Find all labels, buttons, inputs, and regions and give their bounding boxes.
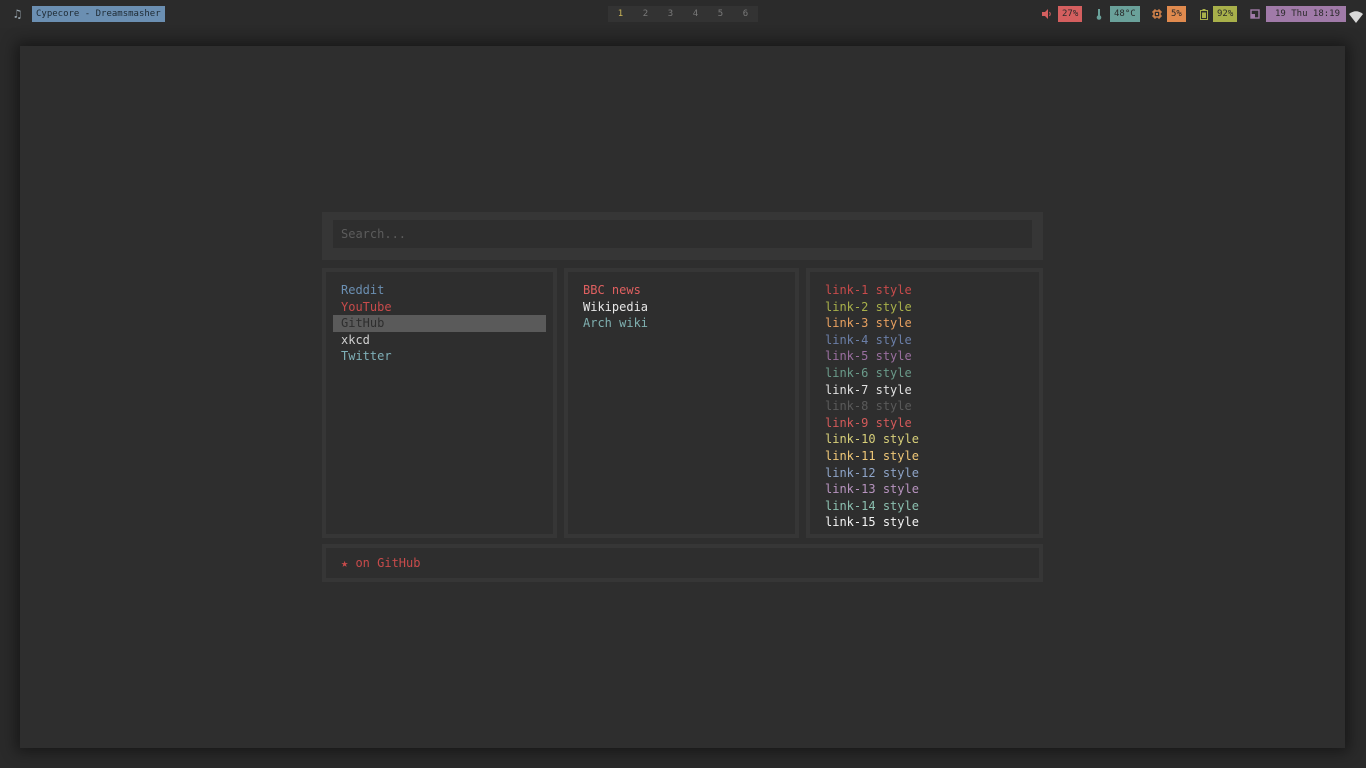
link-style-suffix: style [875, 415, 912, 430]
link-bbc-news[interactable]: BBC news [575, 282, 788, 299]
search-panel [322, 212, 1043, 260]
temperature-readout: 48°C [1110, 6, 1140, 22]
search-input[interactable] [333, 220, 1032, 248]
link-github[interactable]: GitHub [333, 315, 546, 332]
link-style-suffix: style [875, 349, 912, 364]
link-style-label: link-7 [825, 382, 869, 397]
link-style-item[interactable]: link-11 style [817, 448, 1032, 465]
workspace-switcher: 1 2 3 4 5 6 [608, 6, 758, 22]
link-style-item[interactable]: link-6 style [817, 365, 1032, 382]
links-column-2: BBC news Wikipedia Arch wiki [564, 268, 799, 538]
link-xkcd[interactable]: xkcd [333, 332, 546, 349]
link-style-suffix: style [875, 283, 912, 297]
link-style-suffix: style [875, 332, 912, 347]
link-style-item[interactable]: link-3 style [817, 315, 1032, 332]
star-on-github-link[interactable]: ★ on GitHub [341, 548, 1024, 578]
link-style-label: link-6 [825, 365, 869, 380]
link-style-item[interactable]: link-10 style [817, 431, 1032, 448]
link-style-label: link-4 [825, 332, 869, 347]
link-style-item[interactable]: link-14 style [817, 498, 1032, 515]
battery-level: 92% [1213, 6, 1238, 22]
link-style-label: link-11 [825, 448, 876, 463]
clock-datetime[interactable]: 19 Thu 18:19 [1266, 6, 1347, 22]
cpu-usage: 5% [1167, 6, 1186, 22]
link-style-item[interactable]: link-13 style [817, 481, 1032, 498]
link-style-label: link-5 [825, 349, 869, 364]
link-style-suffix: style [882, 465, 919, 480]
workspace-3[interactable]: 3 [658, 6, 683, 22]
link-style-item[interactable]: link-15 style [817, 514, 1032, 531]
startpage-window: Reddit YouTube GitHub xkcd Twitter BBC n… [20, 46, 1345, 748]
link-style-suffix: style [875, 399, 912, 414]
volume-icon[interactable] [1040, 6, 1054, 22]
battery-icon [1197, 6, 1211, 22]
link-style-item[interactable]: link-4 style [817, 332, 1032, 349]
link-style-suffix: style [875, 365, 912, 380]
link-style-label: link-13 [825, 482, 876, 497]
link-style-suffix: style [875, 299, 912, 314]
link-style-label: link-10 [825, 432, 876, 447]
link-style-label: link-3 [825, 316, 869, 331]
link-style-item[interactable]: link-12 style [817, 465, 1032, 482]
link-twitter[interactable]: Twitter [333, 348, 546, 365]
workspace-2[interactable]: 2 [633, 6, 658, 22]
link-style-suffix: style [875, 316, 912, 331]
link-youtube[interactable]: YouTube [333, 299, 546, 316]
link-style-suffix: style [882, 448, 919, 463]
link-reddit[interactable]: Reddit [333, 282, 546, 299]
link-style-item[interactable]: link-9 style [817, 415, 1032, 432]
music-note-icon: ♫ [14, 7, 22, 21]
footer-panel: ★ on GitHub [322, 544, 1043, 582]
link-style-label: link-15 [825, 515, 876, 530]
link-style-item[interactable]: link-5 style [817, 348, 1032, 365]
link-style-label: link-2 [825, 299, 869, 314]
workspace-5[interactable]: 5 [708, 6, 733, 22]
link-style-item[interactable]: link-1 style [817, 282, 1032, 299]
thermometer-icon [1092, 6, 1106, 22]
top-status-bar: ♫ Cypecore - Dreamsmasher 1 2 3 4 5 6 27… [0, 0, 1366, 28]
link-wikipedia[interactable]: Wikipedia [575, 299, 788, 316]
link-style-label: link-12 [825, 465, 876, 480]
link-style-item[interactable]: link-7 style [817, 382, 1032, 399]
link-style-label: link-14 [825, 498, 876, 513]
workspace-4[interactable]: 4 [683, 6, 708, 22]
link-style-item[interactable]: link-2 style [817, 299, 1032, 316]
link-style-suffix: style [882, 515, 919, 530]
wifi-icon[interactable] [1349, 8, 1363, 23]
links-column-3: link-1 style link-2 style link-3 style link… [806, 268, 1043, 538]
link-style-label: link-9 [825, 415, 869, 430]
link-style-suffix: style [875, 382, 912, 397]
link-style-label: link-8 [825, 399, 869, 414]
link-style-suffix: style [882, 432, 919, 447]
link-style-label: link-1 [825, 283, 869, 297]
volume-level[interactable]: 27% [1058, 6, 1083, 22]
link-style-suffix: style [882, 482, 919, 497]
link-style-suffix: style [882, 498, 919, 513]
workspace-1[interactable]: 1 [608, 6, 633, 22]
workspace-6[interactable]: 6 [733, 6, 758, 22]
link-arch-wiki[interactable]: Arch wiki [575, 315, 788, 332]
links-column-1: Reddit YouTube GitHub xkcd Twitter [322, 268, 557, 538]
calendar-icon [1248, 6, 1262, 22]
cpu-icon [1150, 6, 1164, 22]
now-playing-label[interactable]: Cypecore - Dreamsmasher [32, 6, 165, 22]
link-style-item[interactable]: link-8 style [817, 398, 1032, 415]
